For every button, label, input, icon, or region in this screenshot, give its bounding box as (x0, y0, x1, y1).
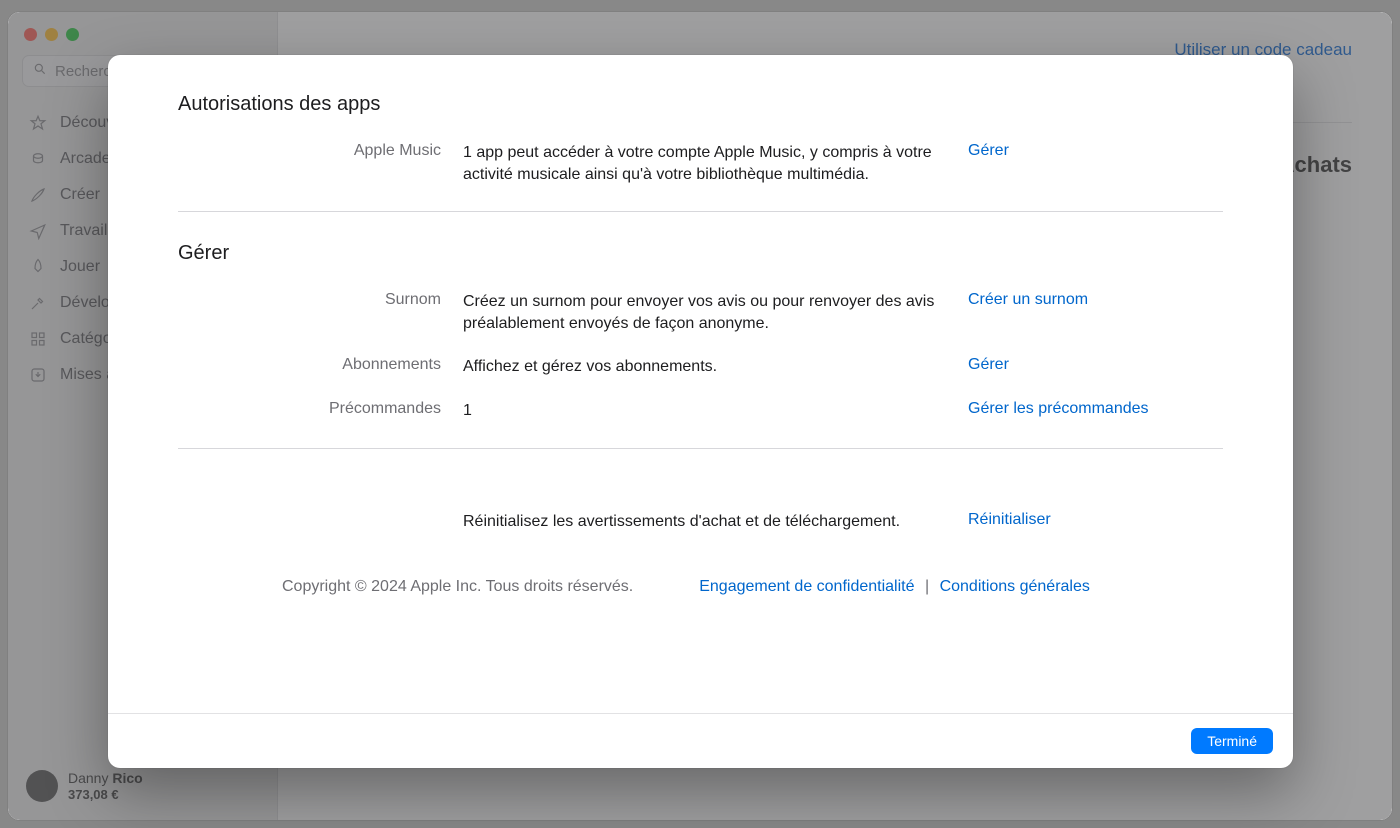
row-label: Surnom (178, 291, 463, 309)
privacy-link[interactable]: Engagement de confidentialité (699, 578, 914, 595)
row-desc: Créez un surnom pour envoyer vos avis ou… (463, 291, 958, 334)
row-preorders: Précommandes 1 Gérer les précommandes (178, 396, 1223, 440)
row-label: Apple Music (178, 142, 463, 160)
row-nickname: Surnom Créez un surnom pour envoyer vos … (178, 287, 1223, 352)
create-nickname-link[interactable]: Créer un surnom (968, 291, 1088, 308)
row-desc: Affichez et gérez vos abonnements. (463, 356, 958, 378)
row-label: Abonnements (178, 356, 463, 374)
section-title-manage: Gérer (178, 242, 1223, 265)
row-label: Précommandes (178, 400, 463, 418)
manage-subscriptions-link[interactable]: Gérer (968, 356, 1009, 373)
reset-link[interactable]: Réinitialiser (968, 511, 1051, 528)
account-modal: Autorisations des apps Apple Music 1 app… (108, 55, 1293, 768)
row-desc: 1 app peut accéder à votre compte Apple … (463, 142, 958, 185)
modal-legal-footer: Copyright © 2024 Apple Inc. Tous droits … (178, 550, 1223, 616)
manage-preorders-link[interactable]: Gérer les précommandes (968, 400, 1149, 417)
manage-apple-music-link[interactable]: Gérer (968, 142, 1009, 159)
row-reset-warnings: Réinitialisez les avertissements d'achat… (178, 507, 1223, 551)
divider (178, 211, 1223, 212)
done-button[interactable]: Terminé (1191, 728, 1273, 754)
row-desc: Réinitialisez les avertissements d'achat… (463, 511, 958, 533)
divider (178, 448, 1223, 449)
copyright-text: Copyright © 2024 Apple Inc. Tous droits … (282, 578, 633, 596)
row-apple-music: Apple Music 1 app peut accéder à votre c… (178, 138, 1223, 203)
section-title-auth: Autorisations des apps (178, 93, 1223, 116)
terms-link[interactable]: Conditions générales (940, 578, 1090, 595)
modal-footer: Terminé (108, 713, 1293, 768)
row-subscriptions: Abonnements Affichez et gérez vos abonne… (178, 352, 1223, 396)
row-desc: 1 (463, 400, 958, 422)
modal-body: Autorisations des apps Apple Music 1 app… (108, 55, 1293, 713)
